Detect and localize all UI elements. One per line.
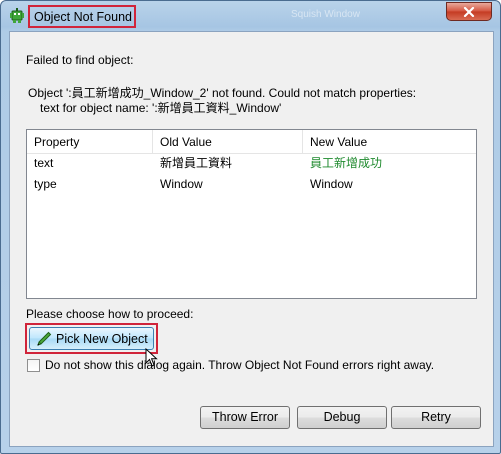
failed-message: Failed to find object: xyxy=(26,53,134,67)
header-new-value[interactable]: New Value xyxy=(302,130,476,154)
proceed-prompt: Please choose how to proceed: xyxy=(26,307,194,321)
cell-property: text xyxy=(34,156,54,170)
dialog-window: Object Not Found Squish Window Failed to… xyxy=(0,0,501,454)
cell-new-value: 員工新增成功 xyxy=(310,156,383,170)
header-property[interactable]: Property xyxy=(27,130,151,154)
retry-button[interactable]: Retry xyxy=(391,406,481,429)
table-row[interactable]: type Window Window xyxy=(27,175,476,193)
close-icon xyxy=(463,6,475,17)
squish-bot-icon xyxy=(10,8,24,23)
cell-old-value: Window xyxy=(160,177,203,191)
table-row[interactable]: text 新增員工資料 員工新增成功 xyxy=(27,154,476,172)
dont-show-again-label[interactable]: Do not show this dialog again. Throw Obj… xyxy=(45,358,434,372)
property-table[interactable]: Property Old Value New Value text 新增員工資料… xyxy=(26,129,477,299)
dialog-client-area: Failed to find object: Object ':員工新增成功_W… xyxy=(9,31,494,447)
pen-icon xyxy=(37,331,52,346)
detail-line-2: text for object name: ':新增員工資料_Window' xyxy=(40,101,282,115)
close-button[interactable] xyxy=(446,2,492,21)
cell-new-value: Window xyxy=(310,177,353,191)
header-old-value[interactable]: Old Value xyxy=(152,130,302,154)
dont-show-again-checkbox[interactable] xyxy=(27,359,40,372)
pick-new-object-button[interactable]: Pick New Object xyxy=(29,327,154,350)
title-bar[interactable]: Object Not Found Squish Window xyxy=(1,1,500,31)
table-header: Property Old Value New Value xyxy=(27,130,476,154)
cell-property: type xyxy=(34,177,57,191)
background-window-title: Squish Window xyxy=(291,9,360,20)
debug-button[interactable]: Debug xyxy=(297,406,387,429)
throw-error-button[interactable]: Throw Error xyxy=(200,406,290,429)
window-title: Object Not Found xyxy=(28,5,136,28)
cell-old-value: 新增員工資料 xyxy=(160,156,233,170)
pick-new-object-label: Pick New Object xyxy=(56,331,148,346)
